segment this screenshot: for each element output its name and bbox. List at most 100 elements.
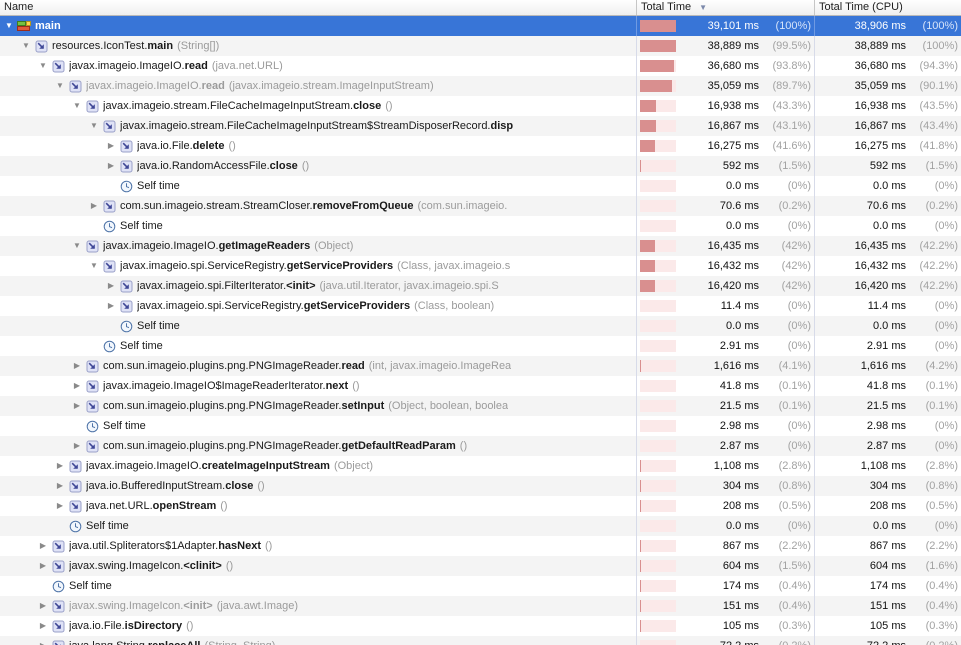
tree-row-name-cell[interactable]: ▼ resources.IconTest.main (String[]): [0, 36, 637, 56]
tree-row-name-cell[interactable]: ▼ javax.imageio.stream.FileCacheImageInpu…: [0, 96, 637, 116]
tree-row-name-cell[interactable]: ▶ com.sun.imageio.plugins.png.PNGImageRea…: [0, 396, 637, 416]
tree-row-name-cell[interactable]: ▼ javax.imageio.ImageIO.read (java.net.URL…: [0, 56, 637, 76]
expander-open-icon[interactable]: ▼: [19, 36, 33, 56]
tree-row[interactable]: ▼ main 39,101 ms (100%) 38,906 ms (100%): [0, 16, 961, 36]
tree-row-name-cell[interactable]: ▶ javax.imageio.spi.FilterIterator.<init>…: [0, 276, 637, 296]
tree-row-name-cell[interactable]: ▶ javax.imageio.spi.ServiceRegistry.getSe…: [0, 296, 637, 316]
cpu-time-value: 38,906 ms: [854, 20, 906, 32]
tree-row-name-cell[interactable]: ▶ com.sun.imageio.plugins.png.PNGImageRea…: [0, 436, 637, 456]
tree-row[interactable]: Self time 0.0 ms (0%) 0.0 ms (0%): [0, 516, 961, 536]
tree-row-name-cell[interactable]: Self time: [0, 176, 637, 196]
expander-closed-icon[interactable]: ▶: [104, 156, 118, 176]
tree-row-name-cell[interactable]: ▶ javax.imageio.ImageIO.createImageInputS…: [0, 456, 637, 476]
tree-row[interactable]: ▼ resources.IconTest.main (String[]) 38,889…: [0, 36, 961, 56]
tree-row[interactable]: ▼ javax.imageio.stream.FileCacheImageInpu…: [0, 96, 961, 116]
expander-closed-icon[interactable]: ▶: [36, 616, 50, 636]
total-time-value: 11.4 ms: [720, 300, 759, 312]
tree-row[interactable]: Self time 2.91 ms (0%) 2.91 ms (0%): [0, 336, 961, 356]
tree-row-name-cell[interactable]: Self time: [0, 216, 637, 236]
expander-closed-icon[interactable]: ▶: [53, 496, 67, 516]
tree-row-name-cell[interactable]: ▶ java.io.File.isDirectory(): [0, 616, 637, 636]
expander-closed-icon[interactable]: ▶: [104, 276, 118, 296]
tree-row-name-cell[interactable]: ▶ javax.swing.ImageIcon.<clinit>(): [0, 556, 637, 576]
tree-row[interactable]: ▶ java.lang.String.replaceAll(String, Str…: [0, 636, 961, 645]
expander-closed-icon[interactable]: ▶: [87, 196, 101, 216]
tree-row-name-cell[interactable]: Self time: [0, 336, 637, 356]
expander-open-icon[interactable]: ▼: [36, 56, 50, 76]
tree-row[interactable]: ▶ java.io.File.isDirectory() 105 ms (0.3%) 1…: [0, 616, 961, 636]
tree-row[interactable]: ▼ javax.imageio.ImageIO.getImageReaders (O…: [0, 236, 961, 256]
tree-row-name-cell[interactable]: ▼ javax.imageio.spi.ServiceRegistry.getSe…: [0, 256, 637, 276]
tree-row-name-cell[interactable]: ▶ javax.swing.ImageIcon.<init> (java.awt.I…: [0, 596, 637, 616]
expander-open-icon[interactable]: ▼: [70, 236, 84, 256]
tree-row[interactable]: ▶ java.io.BufferedInputStream.close() 304 …: [0, 476, 961, 496]
expander-open-icon[interactable]: ▼: [53, 76, 67, 96]
tree-row-name-cell[interactable]: Self time: [0, 416, 637, 436]
expander-open-icon[interactable]: ▼: [2, 16, 16, 36]
total-time-bar-fill: [640, 360, 642, 372]
tree-row[interactable]: Self time 174 ms (0.4%) 174 ms (0.4%): [0, 576, 961, 596]
expander-closed-icon[interactable]: ▶: [53, 456, 67, 476]
expander-closed-icon[interactable]: ▶: [70, 356, 84, 376]
tree-row-name-cell[interactable]: ▶ java.io.File.delete(): [0, 136, 637, 156]
tree-row[interactable]: ▶ com.sun.imageio.plugins.png.PNGImageRea…: [0, 436, 961, 456]
expander-closed-icon[interactable]: ▶: [36, 536, 50, 556]
tree-row-name-cell[interactable]: ▶ com.sun.imageio.stream.StreamCloser.rem…: [0, 196, 637, 216]
tree-row[interactable]: ▼ javax.imageio.ImageIO.read (javax.imagei…: [0, 76, 961, 96]
tree-row[interactable]: Self time 0.0 ms (0%) 0.0 ms (0%): [0, 316, 961, 336]
expander-closed-icon[interactable]: ▶: [36, 636, 50, 645]
expander-closed-icon[interactable]: ▶: [70, 396, 84, 416]
tree-row[interactable]: ▶ java.net.URL.openStream() 208 ms (0.5%) 20…: [0, 496, 961, 516]
tree-row-name-cell[interactable]: Self time: [0, 576, 637, 596]
tree-row-name-cell[interactable]: ▶ java.lang.String.replaceAll(String, Str…: [0, 636, 637, 645]
tree-row[interactable]: ▶ javax.imageio.spi.ServiceRegistry.getSe…: [0, 296, 961, 316]
expander-closed-icon[interactable]: ▶: [53, 476, 67, 496]
total-time-bar-fill: [640, 100, 656, 112]
column-header-name[interactable]: Name: [0, 0, 637, 15]
cpu-time-cell: 16,432 ms (42.2%): [815, 256, 961, 276]
tree-row[interactable]: ▼ javax.imageio.stream.FileCacheImageInpu…: [0, 116, 961, 136]
tree-row-name-cell[interactable]: ▶ java.net.URL.openStream(): [0, 496, 637, 516]
expander-open-icon[interactable]: ▼: [87, 256, 101, 276]
tree-row-name-cell[interactable]: ▶ java.io.BufferedInputStream.close(): [0, 476, 637, 496]
tree-row[interactable]: ▶ com.sun.imageio.plugins.png.PNGImageRea…: [0, 356, 961, 376]
tree-row-name-cell[interactable]: ▼ main: [0, 16, 637, 36]
tree-row-name-cell[interactable]: Self time: [0, 316, 637, 336]
tree-row[interactable]: ▶ com.sun.imageio.plugins.png.PNGImageRea…: [0, 396, 961, 416]
tree-row[interactable]: Self time 0.0 ms (0%) 0.0 ms (0%): [0, 216, 961, 236]
expander-closed-icon[interactable]: ▶: [70, 376, 84, 396]
expander-closed-icon[interactable]: ▶: [70, 436, 84, 456]
total-time-cell: 16,432 ms (42%): [637, 256, 815, 276]
tree-row[interactable]: ▶ javax.imageio.spi.FilterIterator.<init>…: [0, 276, 961, 296]
tree-row-name-cell[interactable]: ▼ javax.imageio.ImageIO.read (javax.imagei…: [0, 76, 637, 96]
tree-row-name-cell[interactable]: ▶ javax.imageio.ImageIO$ImageReaderIterat…: [0, 376, 637, 396]
tree-row-name-cell[interactable]: ▼ javax.imageio.stream.FileCacheImageInpu…: [0, 116, 637, 136]
tree-row-name-cell[interactable]: ▼ javax.imageio.ImageIO.getImageReaders (O…: [0, 236, 637, 256]
column-header-total-time-cpu[interactable]: Total Time (CPU): [815, 0, 961, 15]
column-header-total-time[interactable]: Total Time ▼: [637, 0, 815, 15]
tree-row[interactable]: ▶ java.io.File.delete() 16,275 ms (41.6%) 16…: [0, 136, 961, 156]
tree-row[interactable]: Self time 2.98 ms (0%) 2.98 ms (0%): [0, 416, 961, 436]
tree-row[interactable]: ▶ javax.swing.ImageIcon.<clinit>() 604 ms (…: [0, 556, 961, 576]
tree-row[interactable]: ▶ java.util.Spliterators$1Adapter.hasNext…: [0, 536, 961, 556]
expander-open-icon[interactable]: ▼: [70, 96, 84, 116]
expander-closed-icon[interactable]: ▶: [36, 596, 50, 616]
tree-row[interactable]: ▶ javax.imageio.ImageIO.createImageInputS…: [0, 456, 961, 476]
tree-row[interactable]: ▶ javax.imageio.ImageIO$ImageReaderIterat…: [0, 376, 961, 396]
tree-row[interactable]: ▶ com.sun.imageio.stream.StreamCloser.rem…: [0, 196, 961, 216]
tree-row[interactable]: ▶ javax.swing.ImageIcon.<init> (java.awt.I…: [0, 596, 961, 616]
expander-closed-icon[interactable]: ▶: [104, 136, 118, 156]
tree-row-name-cell[interactable]: ▶ com.sun.imageio.plugins.png.PNGImageRea…: [0, 356, 637, 376]
expander-open-icon[interactable]: ▼: [87, 116, 101, 136]
tree-row-name-cell[interactable]: ▶ java.io.RandomAccessFile.close(): [0, 156, 637, 176]
node-method-name: hasNext: [218, 540, 261, 552]
expander-closed-icon[interactable]: ▶: [104, 296, 118, 316]
tree-row[interactable]: ▼ javax.imageio.ImageIO.read (java.net.URL…: [0, 56, 961, 76]
tree-row-name-cell[interactable]: Self time: [0, 516, 637, 536]
node-label: resources.IconTest.main (String[]): [52, 36, 219, 56]
tree-row[interactable]: Self time 0.0 ms (0%) 0.0 ms (0%): [0, 176, 961, 196]
expander-closed-icon[interactable]: ▶: [36, 556, 50, 576]
tree-row[interactable]: ▼ javax.imageio.spi.ServiceRegistry.getSe…: [0, 256, 961, 276]
tree-row-name-cell[interactable]: ▶ java.util.Spliterators$1Adapter.hasNext…: [0, 536, 637, 556]
tree-row[interactable]: ▶ java.io.RandomAccessFile.close() 592 ms (…: [0, 156, 961, 176]
